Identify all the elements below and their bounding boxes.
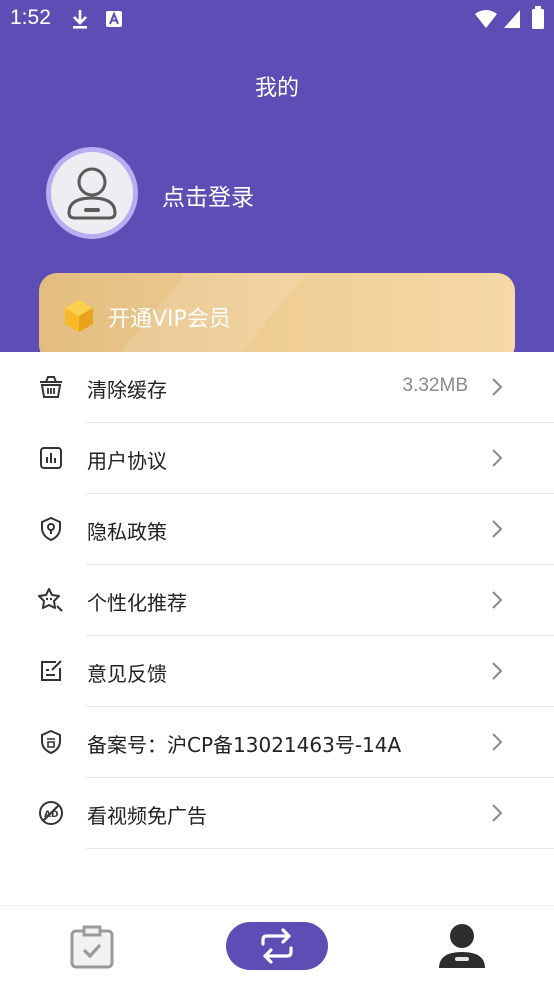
tab-convert[interactable] xyxy=(226,922,328,970)
chevron-right-icon xyxy=(492,378,503,396)
chevron-right-icon xyxy=(492,733,503,751)
tab-mine[interactable] xyxy=(432,906,492,984)
download-icon xyxy=(73,10,87,29)
list-item-feedback[interactable]: 意见反馈 xyxy=(0,636,554,707)
login-button[interactable]: 点击登录 xyxy=(162,178,254,212)
list-item-label: 清除缓存 xyxy=(87,378,167,402)
record-badge-icon xyxy=(41,729,61,755)
user-avatar-icon xyxy=(67,167,117,220)
list-item-personalized-recommendation[interactable]: 个性化推荐 xyxy=(0,565,554,636)
list-item-label: 意见反馈 xyxy=(87,662,167,686)
chevron-right-icon xyxy=(492,662,503,680)
battery-icon xyxy=(532,6,544,29)
list-item-clear-cache[interactable]: 清除缓存 3.32MB xyxy=(0,352,554,423)
no-ads-icon: AD xyxy=(39,801,63,825)
svg-text:AD: AD xyxy=(44,810,58,820)
vip-cube-icon xyxy=(65,300,93,332)
bottom-tab-bar xyxy=(0,905,554,984)
bar-chart-icon xyxy=(40,447,62,469)
list-item-label: 隐私政策 xyxy=(87,520,167,544)
chevron-right-icon xyxy=(492,520,503,538)
settings-list: 清除缓存 3.32MB 用户协议 隐私政策 个性化推荐 意见反馈 备案号：沪CP… xyxy=(0,352,554,849)
list-item-label: 用户协议 xyxy=(87,449,167,473)
swap-arrows-icon xyxy=(261,928,293,964)
signal-icon xyxy=(504,10,520,28)
list-item-label: 备案号：沪CP备13021463号-14A xyxy=(87,733,402,757)
avatar[interactable] xyxy=(46,147,138,239)
chevron-right-icon xyxy=(492,449,503,467)
page-title: 我的 xyxy=(254,76,299,101)
list-item-icp-record[interactable]: 备案号：沪CP备13021463号-14A xyxy=(0,707,554,778)
vip-label: 开通VIP会员 xyxy=(108,307,231,332)
edit-note-icon xyxy=(41,660,62,681)
clipboard-check-icon xyxy=(70,925,114,969)
list-item-watch-video-no-ads[interactable]: AD 看视频免广告 xyxy=(0,778,554,849)
cache-size: 3.32MB xyxy=(402,375,468,396)
divider xyxy=(86,848,554,849)
shield-lock-icon xyxy=(41,516,61,542)
chevron-right-icon xyxy=(492,804,503,822)
tab-tasks[interactable] xyxy=(60,906,126,984)
list-item-user-agreement[interactable]: 用户协议 xyxy=(0,423,554,494)
wifi-icon xyxy=(475,10,497,28)
list-item-label: 看视频免广告 xyxy=(87,804,207,828)
list-item-label: 个性化推荐 xyxy=(87,591,187,615)
status-bar: 1:52 xyxy=(0,0,554,40)
basket-icon xyxy=(40,376,62,398)
font-app-icon xyxy=(106,11,122,27)
status-time: 1:52 xyxy=(10,6,51,29)
user-icon xyxy=(439,924,485,968)
chevron-right-icon xyxy=(492,591,503,609)
vip-card[interactable]: 开通VIP会员 xyxy=(39,273,515,363)
sparkle-star-icon xyxy=(38,588,63,612)
list-item-privacy-policy[interactable]: 隐私政策 xyxy=(0,494,554,565)
profile-header: 1:52 我的 点击登录 开通VIP会员 xyxy=(0,0,554,363)
